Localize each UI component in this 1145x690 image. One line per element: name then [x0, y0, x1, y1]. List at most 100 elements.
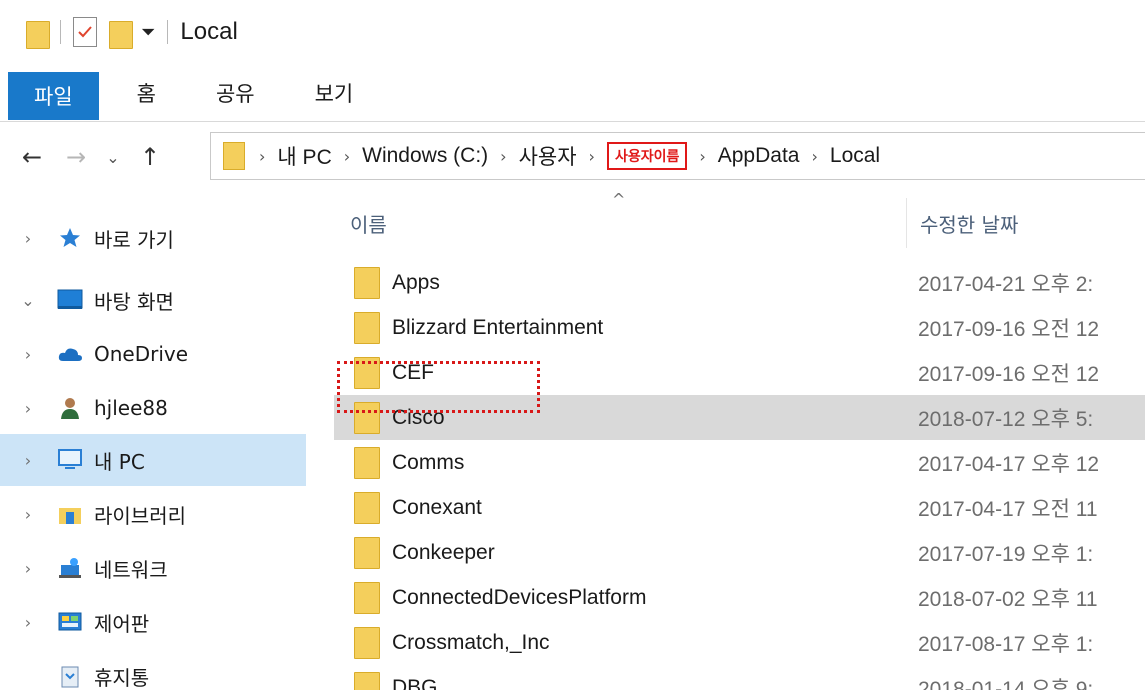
file-row[interactable]: Cisco 2018-07-12 오후 5:: [334, 395, 1145, 440]
file-row[interactable]: CEF 2017-09-16 오전 12: [334, 350, 1145, 395]
nav-item-label: 바로 가기: [94, 227, 174, 252]
user-icon: [56, 396, 84, 420]
breadcrumb-username[interactable]: 사용자이름: [606, 142, 688, 170]
column-header-label: 수정한 날짜: [920, 212, 1019, 237]
file-name: Comms: [392, 450, 465, 474]
file-date: 2018-07-12 오후 5:: [918, 407, 1094, 431]
folder-icon: [354, 311, 380, 344]
nav-item-control-panel[interactable]: › 제어판: [0, 596, 306, 648]
file-date: 2017-09-16 오전 12: [918, 317, 1100, 341]
nav-item-network[interactable]: › 네트워크: [0, 542, 306, 594]
breadcrumb-separator[interactable]: ›: [699, 147, 705, 166]
breadcrumb-local[interactable]: Local: [830, 144, 880, 168]
file-name: ConnectedDevicesPlatform: [392, 585, 647, 609]
file-name: Apps: [392, 270, 440, 294]
folder-icon: [354, 446, 380, 479]
nav-item-label: 바탕 화면: [94, 289, 174, 314]
column-header-name[interactable]: 이름: [350, 198, 387, 248]
breadcrumb-windows-c[interactable]: Windows (C:): [362, 144, 488, 168]
chevron-right-icon[interactable]: ›: [0, 559, 56, 578]
file-row[interactable]: DBG 2018-01-14 오후 9:: [334, 665, 1145, 690]
file-name: Conkeeper: [392, 540, 495, 564]
chevron-right-icon[interactable]: ›: [0, 229, 56, 248]
file-date: 2017-08-17 오후 1:: [918, 632, 1094, 656]
nav-item-label: 내 PC: [94, 449, 145, 474]
file-name: CEF: [392, 360, 434, 384]
new-folder-icon[interactable]: [109, 17, 133, 49]
library-icon: [56, 502, 84, 526]
recent-locations-chevron-icon[interactable]: ⌄: [98, 148, 128, 167]
file-row[interactable]: Crossmatch,_Inc 2017-08-17 오후 1:: [334, 620, 1145, 665]
file-row[interactable]: Blizzard Entertainment 2017-09-16 오전 12: [334, 305, 1145, 350]
breadcrumb-separator[interactable]: ›: [811, 147, 817, 166]
sort-ascending-icon: ^: [612, 190, 626, 209]
network-icon: [56, 556, 84, 580]
nav-item-this-pc[interactable]: › 내 PC: [0, 434, 306, 486]
folder-icon: [354, 401, 380, 434]
file-row[interactable]: Conkeeper 2017-07-19 오후 1:: [334, 530, 1145, 575]
file-row[interactable]: ConnectedDevicesPlatform 2018-07-02 오후 1…: [334, 575, 1145, 620]
back-arrow-icon[interactable]: ←: [10, 143, 54, 171]
nav-item-desktop[interactable]: ⌄ 바탕 화면: [0, 274, 306, 326]
recycle-bin-icon: [56, 664, 84, 688]
breadcrumb-separator: ›: [259, 146, 266, 166]
folder-icon[interactable]: [26, 17, 50, 49]
file-name: Blizzard Entertainment: [392, 315, 604, 339]
file-date: 2017-04-21 오후 2:: [918, 272, 1094, 296]
folder-icon: [354, 581, 380, 614]
file-date: 2017-04-17 오전 11: [918, 497, 1098, 521]
tab-file[interactable]: 파일: [8, 72, 99, 120]
properties-icon[interactable]: [73, 17, 97, 47]
tab-home[interactable]: 홈: [107, 64, 186, 121]
address-bar[interactable]: › 내 PC › Windows (C:) › 사용자 › 사용자이름 › Ap…: [210, 132, 1145, 180]
column-divider[interactable]: [906, 198, 907, 248]
up-arrow-icon[interactable]: ↑: [128, 143, 172, 171]
chevron-right-icon[interactable]: ›: [0, 399, 56, 418]
nav-item-label: hjlee88: [94, 396, 168, 420]
nav-item-user[interactable]: › hjlee88: [0, 382, 306, 434]
file-date: 2017-09-16 오전 12: [918, 362, 1100, 386]
breadcrumb-separator[interactable]: ›: [589, 147, 595, 166]
chevron-right-icon[interactable]: ›: [0, 613, 56, 632]
ribbon-tabs: 파일 홈 공유 보기: [0, 64, 1145, 122]
chevron-right-icon[interactable]: ›: [0, 505, 56, 524]
file-name: DBG: [392, 675, 438, 690]
nav-item-label: OneDrive: [94, 342, 189, 366]
star-icon: [56, 226, 84, 250]
folder-icon: [354, 491, 380, 524]
title-bar: ⏷ Local: [0, 0, 1145, 64]
nav-item-label: 휴지통: [94, 665, 150, 690]
chevron-right-icon[interactable]: ›: [0, 345, 56, 364]
file-name: Conexant: [392, 495, 482, 519]
file-name: Crossmatch,_Inc: [392, 630, 550, 654]
toolbar-divider: [60, 20, 61, 44]
file-list: Apps 2017-04-21 오후 2: Blizzard Entertain…: [334, 256, 1145, 690]
nav-item-quick-access[interactable]: › 바로 가기: [0, 212, 306, 264]
navigation-pane: › 바로 가기 ⌄ 바탕 화면 › OneDrive › hjlee88 › 내…: [0, 198, 310, 690]
nav-item-libraries[interactable]: › 라이브러리: [0, 488, 306, 540]
file-row[interactable]: Conexant 2017-04-17 오전 11: [334, 485, 1145, 530]
file-row[interactable]: Comms 2017-04-17 오후 12: [334, 440, 1145, 485]
folder-icon: [354, 266, 380, 299]
breadcrumb-this-pc[interactable]: 내 PC: [277, 141, 331, 171]
customize-toolbar-dropdown-icon[interactable]: ⏷: [141, 22, 155, 43]
breadcrumb-users[interactable]: 사용자: [519, 141, 577, 171]
nav-item-onedrive[interactable]: › OneDrive: [0, 328, 306, 380]
breadcrumb-separator[interactable]: ›: [500, 147, 506, 166]
chevron-right-icon[interactable]: ›: [0, 451, 56, 470]
nav-item-recycle-bin[interactable]: 휴지통: [0, 650, 306, 690]
column-header-date-modified[interactable]: 수정한 날짜: [920, 198, 1018, 248]
nav-item-label: 네트워크: [94, 557, 168, 582]
tab-view[interactable]: 보기: [285, 64, 384, 121]
file-row[interactable]: Apps 2017-04-21 오후 2:: [334, 260, 1145, 305]
forward-arrow-icon[interactable]: →: [54, 143, 98, 171]
tab-share[interactable]: 공유: [186, 64, 285, 121]
breadcrumb-separator[interactable]: ›: [344, 147, 350, 166]
file-date: 2018-07-02 오후 11: [918, 587, 1098, 611]
file-date: 2017-07-19 오후 1:: [918, 542, 1094, 566]
breadcrumb-appdata[interactable]: AppData: [718, 144, 800, 168]
nav-item-label: 제어판: [94, 611, 150, 636]
chevron-down-icon[interactable]: ⌄: [0, 291, 56, 310]
toolbar-divider: [167, 20, 169, 44]
file-date: 2018-01-14 오후 9:: [918, 677, 1094, 690]
